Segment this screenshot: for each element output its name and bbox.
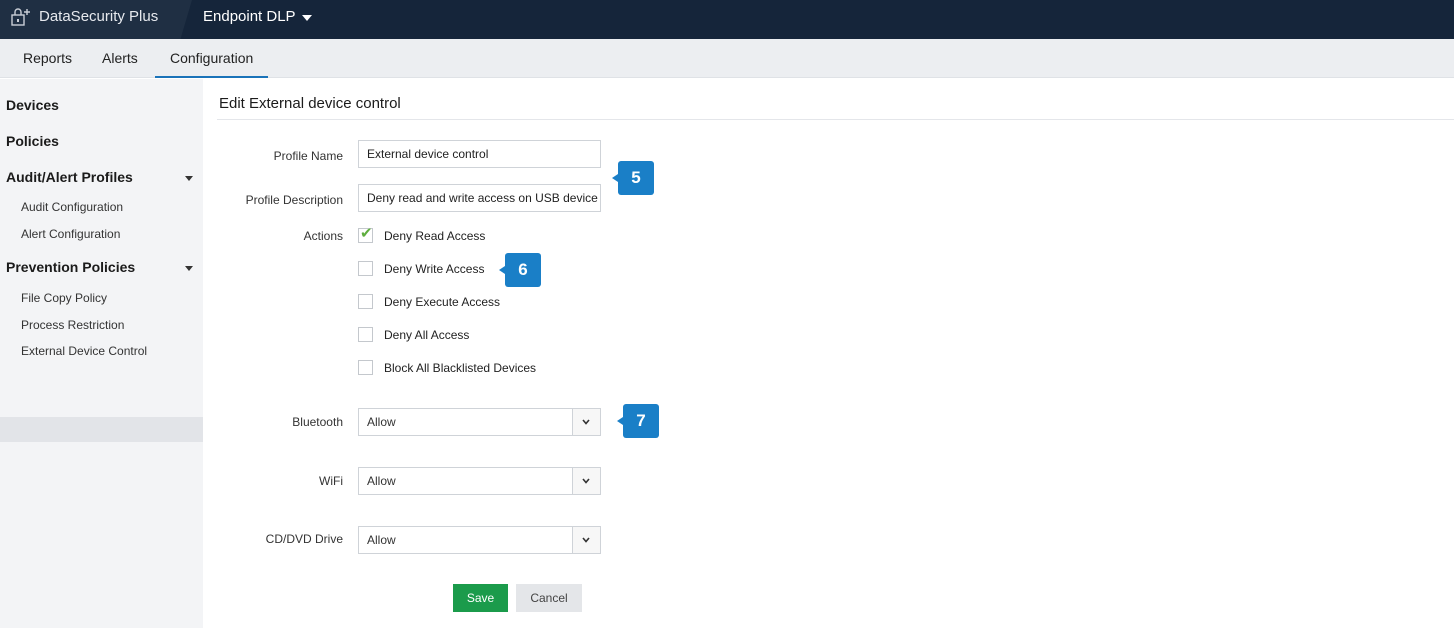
actions-label: Actions [303, 229, 343, 243]
profile-name-input[interactable]: External device control [358, 140, 601, 168]
sidebar-item-policies[interactable]: Policies [6, 133, 59, 149]
checkbox[interactable] [358, 261, 373, 276]
profile-name-label: Profile Name [273, 149, 343, 163]
callout-badge-5: 5 [612, 161, 654, 195]
brand-area[interactable]: DataSecurity Plus [0, 0, 192, 39]
checkbox[interactable] [358, 360, 373, 375]
product-dropdown-icon[interactable] [302, 15, 312, 21]
callout-badge-7: 7 [617, 404, 659, 438]
tab-alerts[interactable]: Alerts [87, 39, 153, 78]
page-title: Edit External device control [219, 95, 401, 112]
product-switcher[interactable]: Endpoint DLP [203, 8, 296, 25]
bluetooth-select[interactable]: Allow [358, 408, 601, 436]
checkbox-label[interactable]: Block All Blacklisted Devices [384, 361, 536, 375]
cddvd-select[interactable]: Allow [358, 526, 601, 554]
profile-description-input[interactable]: Deny read and write access on USB device [358, 184, 601, 212]
wifi-select[interactable]: Allow [358, 467, 601, 495]
chevron-down-icon[interactable] [185, 176, 193, 181]
cddvd-label: CD/DVD Drive [265, 532, 343, 546]
callout-badge-6: 6 [499, 253, 541, 287]
sidebar: Devices Policies Audit/Alert Profiles Au… [0, 79, 203, 628]
select-toggle-button[interactable] [572, 468, 600, 494]
profile-description-label: Profile Description [245, 193, 343, 207]
checkbox-label[interactable]: Deny Write Access [384, 262, 484, 276]
sidebar-item-devices[interactable]: Devices [6, 97, 59, 113]
chevron-down-icon [582, 419, 590, 425]
select-value: Allow [367, 415, 396, 429]
bluetooth-label: Bluetooth [292, 415, 343, 429]
checkbox-label[interactable]: Deny Read Access [384, 229, 485, 243]
sidebar-item-audit-alert-profiles[interactable]: Audit/Alert Profiles [6, 169, 133, 185]
tab-configuration[interactable]: Configuration [155, 39, 269, 78]
sidebar-item-alert-configuration[interactable]: Alert Configuration [21, 227, 120, 241]
main-tab-bar: Reports Alerts Configuration [0, 39, 1454, 78]
select-toggle-button[interactable] [572, 527, 600, 553]
checkbox-label[interactable]: Deny All Access [384, 328, 469, 342]
checkbox[interactable]: ✔ [358, 225, 373, 243]
cancel-button[interactable]: Cancel [516, 584, 582, 612]
checkbox-label[interactable]: Deny Execute Access [384, 295, 500, 309]
sidebar-item-audit-configuration[interactable]: Audit Configuration [21, 200, 123, 214]
save-button[interactable]: Save [453, 584, 508, 612]
sidebar-item-process-restriction[interactable]: Process Restriction [21, 318, 124, 332]
sidebar-item-prevention-policies[interactable]: Prevention Policies [6, 259, 135, 275]
sidebar-item-external-device-control[interactable]: External Device Control [21, 344, 147, 358]
tab-reports[interactable]: Reports [8, 39, 87, 78]
app-logo-icon [11, 8, 30, 26]
brand-name: DataSecurity Plus [39, 8, 159, 25]
checkmark-icon: ✔ [360, 225, 373, 242]
top-bar: DataSecurity Plus Endpoint DLP [0, 0, 1454, 39]
select-value: Allow [367, 533, 396, 547]
wifi-label: WiFi [319, 474, 343, 488]
checkbox[interactable] [358, 294, 373, 309]
select-toggle-button[interactable] [572, 409, 600, 435]
chevron-down-icon[interactable] [185, 266, 193, 271]
sidebar-item-file-copy-policy[interactable]: File Copy Policy [21, 291, 107, 305]
chevron-down-icon [582, 478, 590, 484]
checkbox[interactable] [358, 327, 373, 342]
sidebar-active-highlight [0, 417, 203, 442]
chevron-down-icon [582, 537, 590, 543]
title-divider [217, 119, 1454, 120]
select-value: Allow [367, 474, 396, 488]
